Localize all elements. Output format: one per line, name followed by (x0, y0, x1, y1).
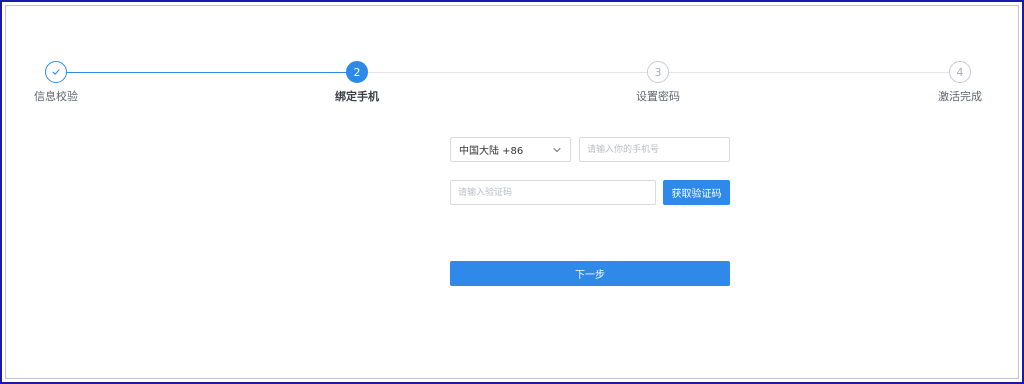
get-code-button[interactable]: 获取验证码 (663, 180, 730, 205)
check-icon (52, 69, 60, 75)
window-frame: 信息校验 2 绑定手机 3 设置密码 4 激活完成 中国大陆 +86 获取验证码… (0, 0, 1024, 384)
step-connector-2 (368, 72, 647, 73)
verification-code-input[interactable] (450, 180, 656, 205)
next-button[interactable]: 下一步 (450, 261, 730, 286)
country-code-select[interactable]: 中国大陆 +86 (450, 137, 571, 162)
step-4-circle: 4 (949, 61, 971, 83)
step-3-label: 设置密码 (636, 90, 680, 103)
step-1-circle (45, 61, 67, 83)
step-connector-1 (67, 72, 347, 73)
step-connector-3 (669, 72, 949, 73)
chevron-down-icon (552, 145, 562, 155)
step-4-label: 激活完成 (938, 90, 982, 103)
step-2-label: 绑定手机 (335, 90, 379, 103)
progress-stepper: 信息校验 2 绑定手机 3 设置密码 4 激活完成 (2, 2, 1024, 112)
phone-input[interactable] (579, 137, 730, 162)
step-1-label: 信息校验 (34, 90, 78, 103)
step-3-circle: 3 (647, 61, 669, 83)
country-code-value: 中国大陆 +86 (459, 146, 524, 157)
step-2-circle: 2 (346, 61, 368, 83)
